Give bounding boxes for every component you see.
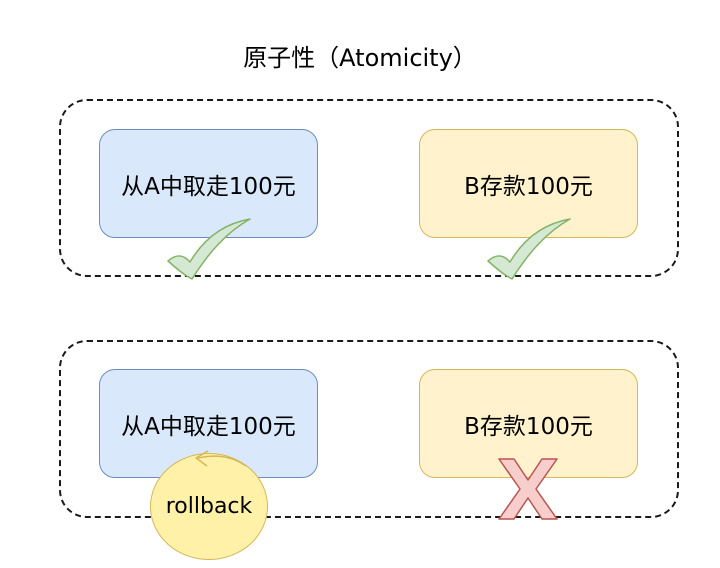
withdraw-from-a-box: 从A中取走100元	[99, 129, 318, 238]
deposit-label-failed: B存款100元	[464, 413, 593, 440]
rollback-label: rollback	[165, 494, 253, 519]
withdraw-label: 从A中取走100元	[121, 173, 296, 200]
rollback-node: rollback	[150, 453, 268, 560]
deposit-to-b-box: B存款100元	[419, 129, 638, 238]
withdraw-label-rolled-back: 从A中取走100元	[121, 413, 296, 440]
deposit-label: B存款100元	[464, 173, 593, 200]
diagram-title: 原子性（Atomicity）	[243, 44, 477, 72]
deposit-to-b-box-failed: B存款100元	[419, 369, 638, 478]
